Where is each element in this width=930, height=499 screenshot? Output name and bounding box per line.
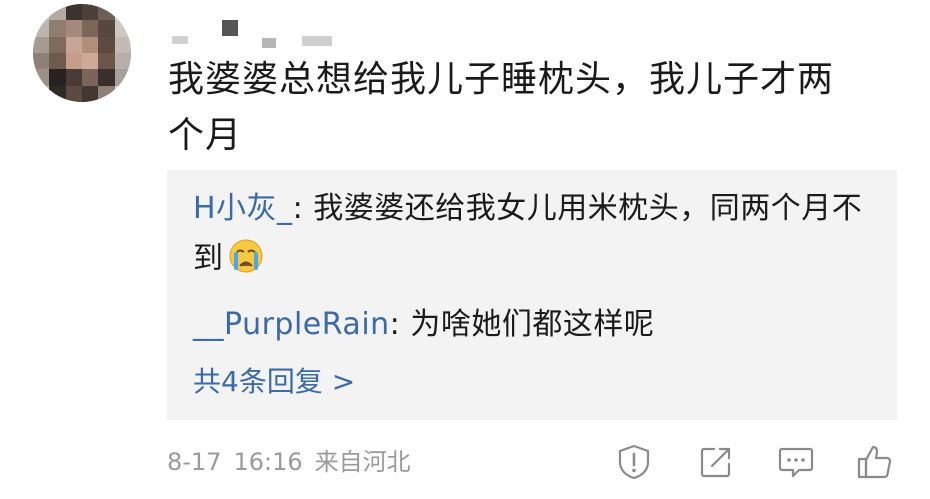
comment-location: 来自河北 <box>314 448 411 476</box>
like-icon <box>857 445 892 479</box>
like-button[interactable] <box>853 440 897 484</box>
comment-time: 16:16 <box>233 448 303 476</box>
share-icon <box>700 447 731 478</box>
report-icon <box>618 444 650 480</box>
comment-meta: 8-17 16:16 来自河北 <box>167 440 423 484</box>
reply-item: H小灰_: 我婆婆还给我女儿用米枕头，同两个月不到 <box>193 184 873 290</box>
report-button[interactable] <box>612 440 656 484</box>
reply-preview-box[interactable]: H小灰_: 我婆婆还给我女儿用米枕头，同两个月不到 __PurpleRain: … <box>167 170 897 420</box>
reply-text: : 我婆婆还给我女儿用米枕头，同两个月不到 <box>193 191 863 276</box>
crying-face-icon <box>228 238 264 290</box>
comment-icon <box>778 447 814 478</box>
reply-username[interactable]: H小灰_ <box>193 191 293 226</box>
reply-username[interactable]: __PurpleRain <box>193 307 390 342</box>
comment-text: 我婆婆总想给我儿子睡枕头，我儿子才两个月 <box>168 59 835 156</box>
comment-button[interactable] <box>774 440 818 484</box>
comment-date: 8-17 <box>167 448 222 476</box>
share-button[interactable] <box>694 440 738 484</box>
username-mosaic[interactable] <box>172 18 342 52</box>
more-replies-link[interactable]: 共4条回复 > <box>193 360 355 404</box>
reply-text: : 为啥她们都这样呢 <box>389 307 655 342</box>
reply-item: __PurpleRain: 为啥她们都这样呢 <box>193 300 873 350</box>
avatar[interactable] <box>33 4 131 102</box>
